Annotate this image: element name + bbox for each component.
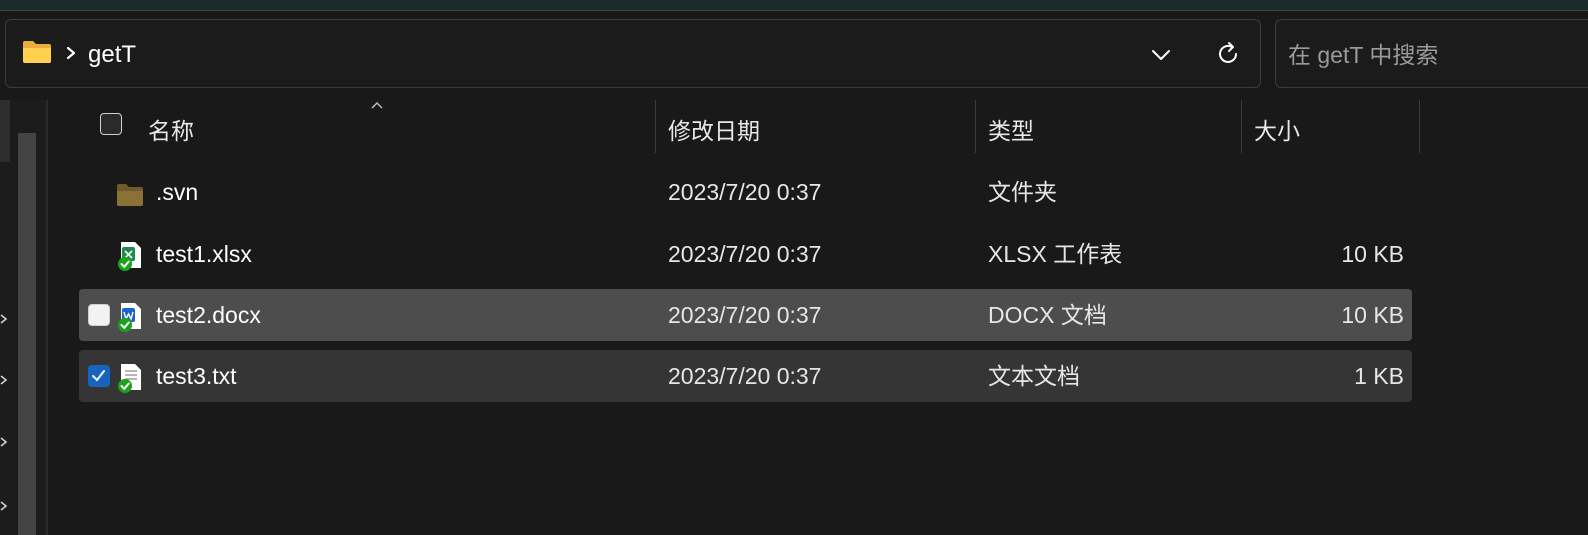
nav-expand-chevron-icon[interactable]	[0, 436, 8, 448]
file-name: test2.docx	[156, 302, 261, 328]
nav-expand-chevron-icon[interactable]	[0, 313, 8, 325]
xlsx-svn-ok-icon	[118, 242, 141, 271]
file-row[interactable]: test1.xlsx 2023/7/20 0:37 XLSX 工作表 10 KB	[79, 228, 1412, 280]
breadcrumb-chevron-icon[interactable]	[63, 37, 79, 69]
column-divider[interactable]	[655, 100, 656, 153]
file-type: 文件夹	[988, 179, 1057, 205]
file-row[interactable]: .svn 2023/7/20 0:37 文件夹	[79, 166, 1412, 218]
row-checkbox[interactable]	[88, 304, 110, 326]
file-row[interactable]: test3.txt 2023/7/20 0:37 文本文档 1 KB	[79, 350, 1412, 402]
file-modified: 2023/7/20 0:37	[668, 363, 822, 389]
nav-scrollbar[interactable]	[18, 133, 36, 535]
folder-icon	[23, 41, 51, 63]
file-size: 10 KB	[1341, 302, 1404, 328]
nav-expand-chevron-icon[interactable]	[0, 500, 8, 512]
file-name: .svn	[156, 179, 199, 205]
column-header: 名称 修改日期 类型 大小	[50, 100, 1450, 154]
select-all-checkbox[interactable]	[100, 113, 122, 135]
docx-svn-ok-icon	[118, 303, 141, 332]
row-checkbox[interactable]	[88, 365, 110, 387]
address-bar[interactable]: getT	[5, 19, 1261, 88]
breadcrumb-getT[interactable]: getT	[88, 37, 136, 73]
file-name: test3.txt	[156, 363, 237, 389]
file-size	[1224, 166, 1404, 218]
checkmark-icon	[92, 370, 105, 382]
column-size-header[interactable]: 大小	[1254, 112, 1300, 146]
column-type-header[interactable]: 类型	[988, 112, 1034, 146]
column-divider[interactable]	[975, 100, 976, 153]
file-modified: 2023/7/20 0:37	[668, 179, 822, 205]
file-size: 10 KB	[1341, 241, 1404, 267]
file-size: 1 KB	[1354, 363, 1404, 389]
folder-icon	[117, 184, 143, 206]
sort-ascending-icon	[371, 101, 383, 109]
column-modified-header[interactable]: 修改日期	[668, 112, 760, 146]
file-type: DOCX 文档	[988, 302, 1107, 328]
pane-divider[interactable]	[46, 100, 48, 535]
search-input[interactable]	[1286, 34, 1580, 76]
search-box[interactable]	[1275, 19, 1588, 88]
chevron-down-icon[interactable]	[1144, 38, 1178, 72]
file-type: 文本文档	[988, 363, 1080, 389]
txt-svn-ok-icon	[118, 364, 141, 393]
file-row[interactable]: test2.docx 2023/7/20 0:37 DOCX 文档 10 KB	[79, 289, 1412, 341]
column-name-header[interactable]: 名称	[148, 112, 194, 146]
refresh-icon[interactable]	[1210, 36, 1246, 72]
column-divider[interactable]	[1241, 100, 1242, 153]
nav-expand-chevron-icon[interactable]	[0, 374, 8, 386]
file-type: XLSX 工作表	[988, 241, 1123, 267]
file-modified: 2023/7/20 0:37	[668, 302, 822, 328]
file-name: test1.xlsx	[156, 241, 252, 267]
file-modified: 2023/7/20 0:37	[668, 241, 822, 267]
window-top-strip	[0, 0, 1588, 11]
column-divider[interactable]	[1419, 100, 1420, 153]
nav-selected-marker	[0, 100, 10, 162]
